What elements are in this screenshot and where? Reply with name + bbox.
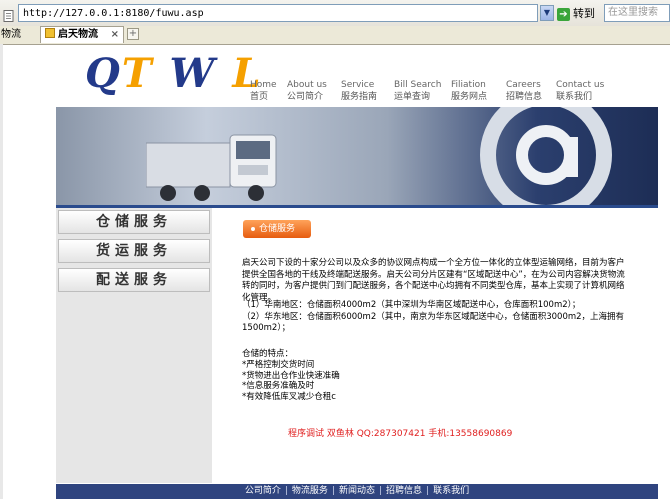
nav-filiation[interactable]: Filiation 服务网点 [451,79,487,103]
contact-info: 程序调试 双鱼林 QQ:287307421 手机:13558690869 [288,429,513,439]
list-item: *有效降低库叉减少仓租c [242,391,336,402]
nav-about-us[interactable]: About us 公司简介 [287,79,327,103]
close-icon[interactable]: × [111,27,119,43]
chevron-down-icon[interactable]: ▼ [540,5,554,21]
footer-link-careers[interactable]: 招聘信息 [386,486,422,496]
footer-link-contact[interactable]: 联系我们 [433,486,469,496]
nav-contact-us[interactable]: Contact us 联系我们 [556,79,604,103]
bullet-icon [251,226,255,231]
sidebar-item-warehousing[interactable]: 仓储服务 [58,210,210,234]
features-list: *严格控制交货时间 *货物进出仓作业快速准确 *信息服务准确及时 *有效降低库叉… [242,360,542,402]
features-title: 仓储的特点： [242,349,294,359]
header-banner [56,107,658,205]
sidebar-item-delivery[interactable]: 配送服务 [58,268,210,292]
at-symbol-graphic [480,107,612,205]
footer-nav: 公司简介 | 物流服务 | 新闻动态 | 招聘信息 | 联系我们 [56,484,658,499]
page-favicon-icon [45,28,55,38]
list-item: *严格控制交货时间 [242,360,315,370]
page-left-edge [0,44,3,499]
company-logo[interactable]: QT W L [85,50,261,104]
sidebar-item-freight[interactable]: 货运服务 [58,239,210,263]
nav-home[interactable]: Home 首页 [250,79,277,103]
tab-label: 启天物流 [58,29,98,40]
footer-link-logistics[interactable]: 物流服务 [292,486,328,496]
new-tab-button[interactable]: + [127,28,139,40]
footer-link-about[interactable]: 公司简介 [245,486,281,496]
search-input[interactable]: 在这里搜索 [604,4,670,22]
list-item: *货物进出仓作业快速准确 [242,370,340,381]
section-badge: 仓储服务 [243,220,311,238]
tab-qitian[interactable]: 启天物流 × [40,26,124,43]
tab-wuliu[interactable]: 物流 [0,27,39,42]
page-icon [3,7,15,22]
nav-careers[interactable]: Careers 招聘信息 [506,79,542,103]
go-button[interactable]: ➔ 转到 [557,5,601,22]
footer-link-news[interactable]: 新闻动态 [339,486,375,496]
url-input[interactable]: http://127.0.0.1:8180/fuwu.asp [18,4,538,22]
south-china-line: （1）华南地区：仓储面积4000m2（其中深圳为华南区域配送中心，仓库面积100… [242,300,581,310]
go-button-label: 转到 [573,7,595,20]
go-arrow-icon: ➔ [557,7,570,21]
east-china-line: （2）华东地区：仓储面积6000m2（其中，南京为华东区域配送中心，仓储面积30… [242,311,625,334]
intro-paragraph: 启天公司下设的十家分公司以及众多的协议网点构成一个全方位一体化的立体型运输网络，… [242,258,625,303]
nav-bill-search[interactable]: Bill Search 运单查询 [394,79,441,103]
nav-service[interactable]: Service 服务指南 [341,79,377,103]
truck-image [146,134,277,201]
list-item: *信息服务准确及时 [242,381,315,391]
area-paragraph: （1）华南地区：仓储面积4000m2（其中深圳为华南区域配送中心，仓库面积100… [242,300,630,335]
